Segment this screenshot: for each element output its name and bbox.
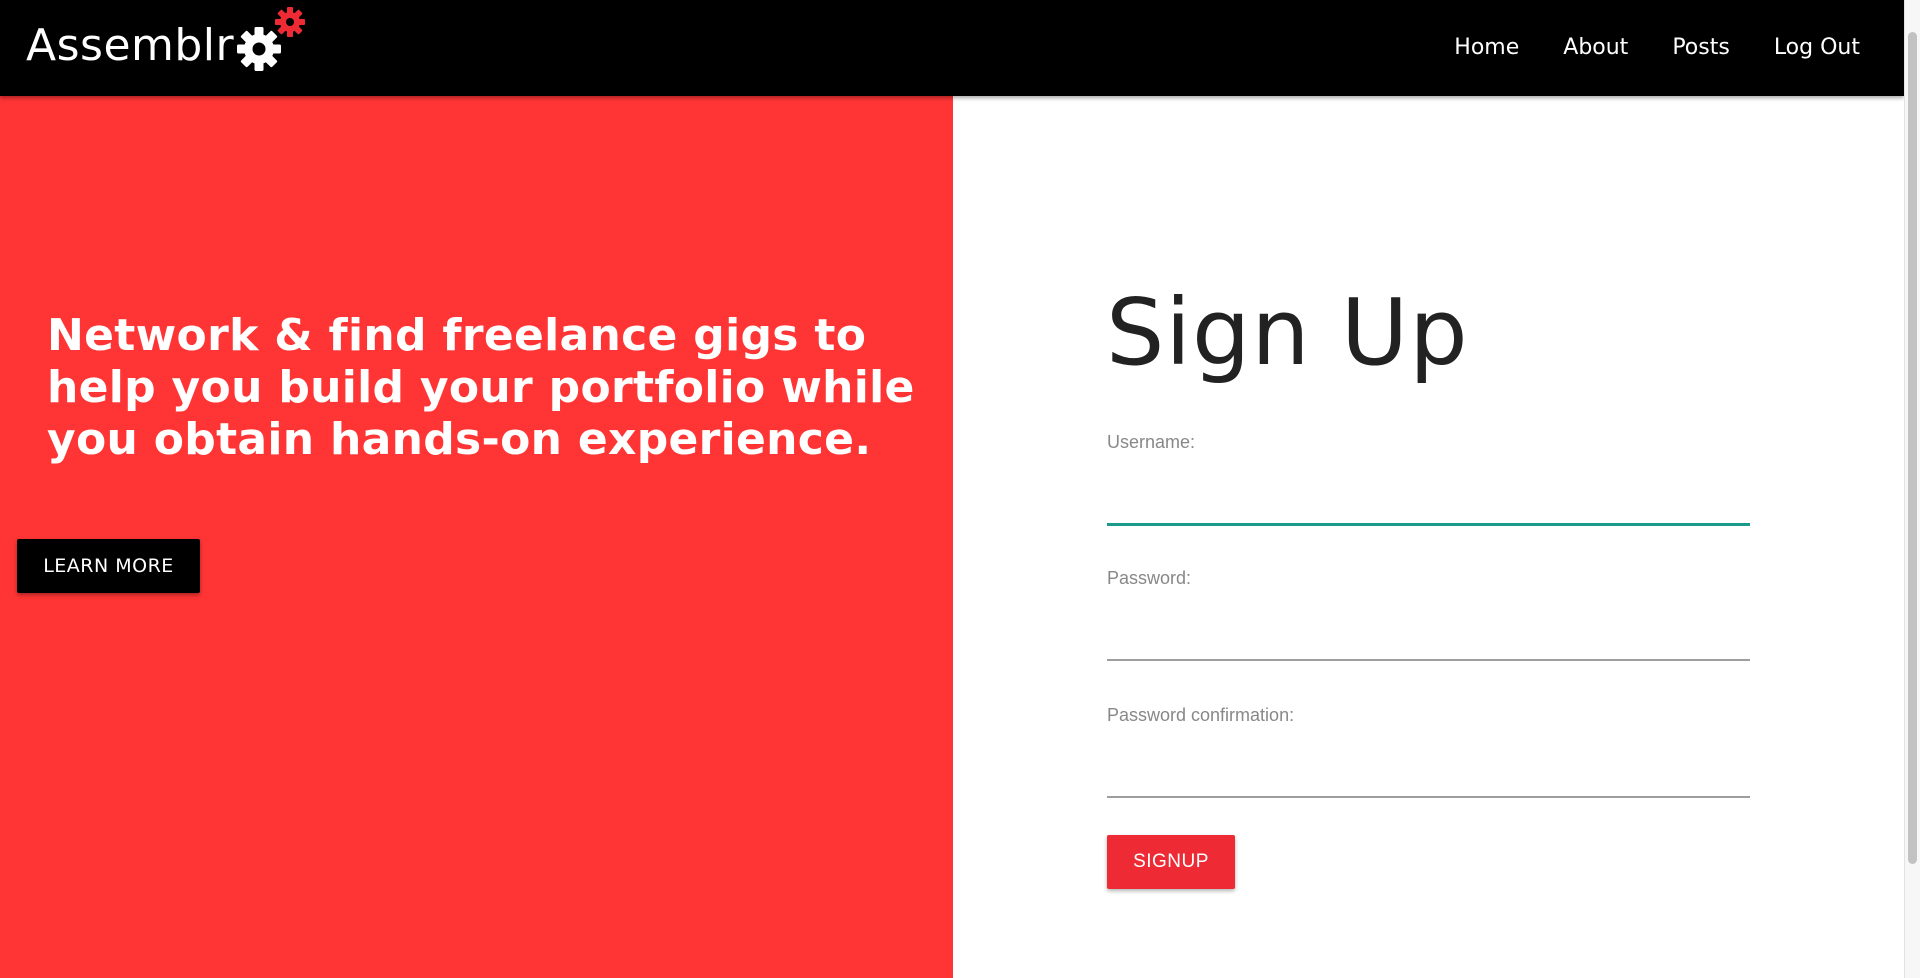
brand-gears <box>234 7 314 76</box>
nav-link-log-out[interactable]: Log Out <box>1752 0 1882 96</box>
password-confirmation-field[interactable] <box>1107 752 1750 798</box>
brand-logo[interactable]: Assemblr <box>26 7 314 76</box>
hero-panel: Network & find freelance gigs to help yo… <box>0 96 953 978</box>
navbar: Assemblr Home About Posts Log Out <box>0 0 1904 96</box>
password-confirmation-label: Password confirmation: <box>1107 705 1295 725</box>
scrollbar[interactable] <box>1904 0 1920 978</box>
signup-form: Sign Up Username: Password: Password con… <box>953 96 1904 978</box>
hero-headline: Network & find freelance gigs to help yo… <box>47 310 915 465</box>
page: Assemblr Home About Posts Log Out Networ… <box>0 0 1920 978</box>
nav-link-about[interactable]: About <box>1541 0 1650 96</box>
form-title: Sign Up <box>1106 279 1469 386</box>
password-field[interactable] <box>1107 615 1750 661</box>
learn-more-button[interactable]: LEARN MORE <box>17 539 200 593</box>
nav-link-home[interactable]: Home <box>1432 0 1541 96</box>
username-label: Username: <box>1107 432 1196 452</box>
scrollbar-thumb[interactable] <box>1908 32 1917 864</box>
password-label: Password: <box>1107 568 1192 588</box>
username-field[interactable] <box>1107 480 1750 526</box>
signup-button[interactable]: SIGNUP <box>1107 835 1235 889</box>
nav-link-posts[interactable]: Posts <box>1650 0 1752 96</box>
brand-name: Assemblr <box>26 20 235 71</box>
gear-icon <box>275 7 306 37</box>
nav-links: Home About Posts Log Out <box>1432 0 1882 96</box>
